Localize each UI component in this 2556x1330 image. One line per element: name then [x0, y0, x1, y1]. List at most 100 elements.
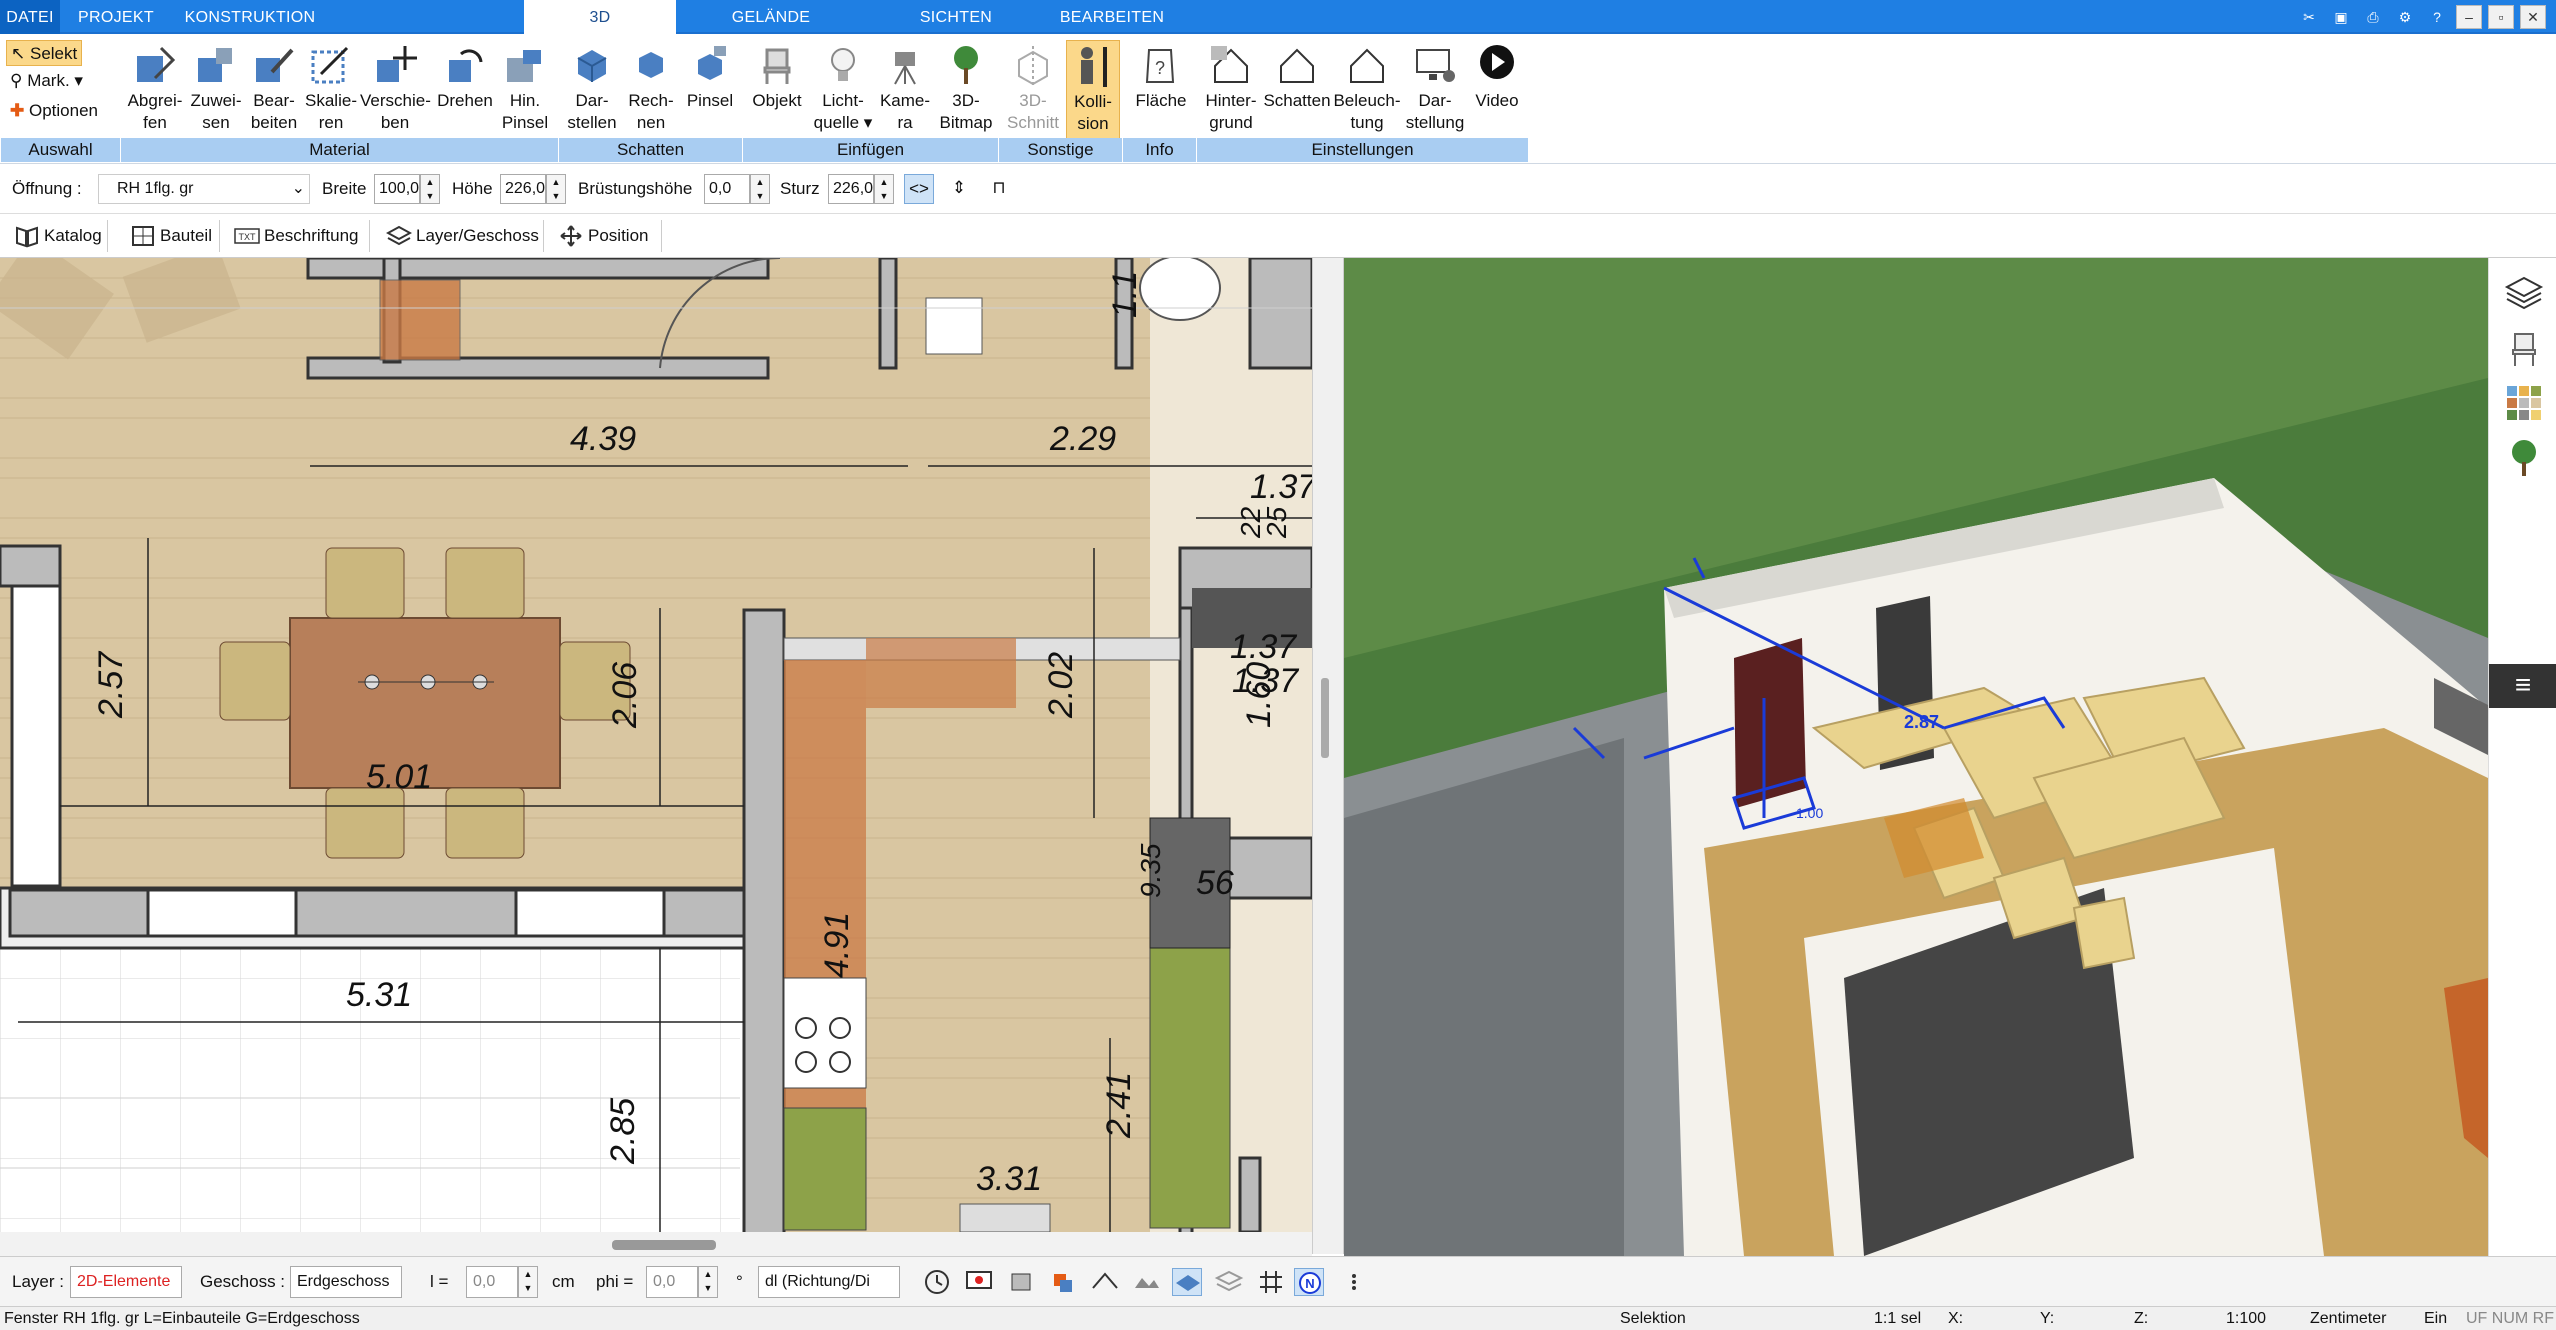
- group-einstellungen: Einstellungen: [1196, 138, 1528, 162]
- 3d-dim-label: 1.00: [1796, 805, 1823, 821]
- pinsel-button[interactable]: Pinsel: [680, 40, 740, 144]
- bauteil-tab[interactable]: Bauteil: [124, 220, 220, 252]
- objekt-button[interactable]: Objekt: [746, 40, 808, 144]
- grid-icon[interactable]: [1256, 1268, 1286, 1296]
- terrain-icon[interactable]: [1132, 1268, 1162, 1296]
- schatten-einst-button[interactable]: Schatten: [1262, 40, 1332, 144]
- flip-horizontal-icon[interactable]: <>: [904, 174, 934, 204]
- roof-icon[interactable]: [1090, 1268, 1120, 1296]
- phi-input[interactable]: 0,0: [646, 1266, 698, 1298]
- hin-pinsel-button[interactable]: Hin. Pinsel: [496, 40, 554, 144]
- phi-spinner[interactable]: ▲ ▼: [698, 1266, 718, 1298]
- tools-icon[interactable]: ✂: [2296, 5, 2322, 29]
- darstellen-button[interactable]: Dar-stellen: [560, 40, 624, 144]
- label-line1: Hinter-: [1205, 91, 1257, 110]
- more-options-icon[interactable]: [1344, 1268, 1364, 1296]
- settings-icon[interactable]: ⚙: [2392, 5, 2418, 29]
- plan-horizontal-scrollbar[interactable]: [0, 1232, 1312, 1256]
- verschieben-button[interactable]: Verschie-ben: [360, 40, 431, 144]
- mark-label: Mark.: [27, 71, 70, 90]
- flaeche-button[interactable]: ? Fläche: [1128, 40, 1194, 144]
- layers-icon[interactable]: [2503, 272, 2545, 314]
- layer-select[interactable]: 2D-Elemente: [70, 1266, 182, 1298]
- geschoss-select[interactable]: Erdgeschoss: [290, 1266, 402, 1298]
- close-button[interactable]: ✕: [2520, 5, 2546, 29]
- label-line1: Skalie-: [305, 91, 357, 110]
- sturz-input[interactable]: 226,0: [828, 174, 874, 204]
- oeffnung-label: Öffnung :: [12, 179, 82, 198]
- beschriftung-tab[interactable]: TXT Beschriftung: [228, 220, 370, 252]
- bearbeiten-button[interactable]: Bear-beiten: [244, 40, 304, 144]
- eyedropper-icon: [137, 46, 176, 82]
- l-spinner[interactable]: ▲ ▼: [518, 1266, 538, 1298]
- opening-view-icon[interactable]: ⊓: [984, 174, 1014, 204]
- kollision-button[interactable]: Kolli-sion: [1066, 40, 1120, 144]
- 3d-scene: 2.87 1.00: [1344, 258, 2488, 1256]
- tab-3d[interactable]: 3D: [524, 0, 676, 36]
- north-icon[interactable]: N: [1294, 1268, 1324, 1296]
- clock-icon[interactable]: [922, 1268, 952, 1296]
- beleuchtung-button[interactable]: Beleuch-tung: [1330, 40, 1404, 144]
- scrollbar-thumb[interactable]: [612, 1240, 716, 1250]
- flip-vertical-icon[interactable]: ⇕: [944, 174, 974, 204]
- drehen-button[interactable]: Drehen: [430, 40, 500, 144]
- layers-stack-icon[interactable]: [1214, 1268, 1244, 1296]
- video-button[interactable]: Video: [1466, 40, 1528, 144]
- floor-plan-2d[interactable]: 4.39 2.29 1.37 2.57 5.01 2.06 2.02 1.37 …: [0, 258, 1312, 1232]
- breite-input[interactable]: 100,0: [374, 174, 420, 204]
- breite-spinner[interactable]: ▲ ▼: [420, 174, 440, 204]
- group-sonstige: Sonstige: [998, 138, 1122, 162]
- lichtquelle-button[interactable]: Licht-quelle ▾: [810, 40, 876, 144]
- layers-color-icon[interactable]: [1048, 1268, 1078, 1296]
- label-line2: sion: [1077, 114, 1109, 133]
- oeffnung-select[interactable]: RH 1flg. gr ⌄: [98, 174, 310, 204]
- screen-icon[interactable]: [964, 1268, 994, 1296]
- hoehe-spinner[interactable]: ▲ ▼: [546, 174, 566, 204]
- katalog-tab[interactable]: Katalog: [8, 220, 108, 252]
- view-splitter[interactable]: [1312, 258, 1344, 1254]
- restore-button[interactable]: ▫: [2488, 5, 2514, 29]
- darstellung-button[interactable]: Dar-stellung: [1400, 40, 1470, 144]
- tree-icon[interactable]: [2503, 436, 2545, 478]
- help-icon[interactable]: ?: [2424, 5, 2450, 29]
- hoehe-input[interactable]: 226,0: [500, 174, 546, 204]
- l-input[interactable]: 0,0: [466, 1266, 518, 1298]
- kamera-button[interactable]: Kame-ra: [874, 40, 936, 144]
- layer-label: Layer :: [12, 1272, 64, 1291]
- splitter-handle[interactable]: [1321, 678, 1329, 758]
- status-mode: Selektion: [1620, 1310, 1686, 1327]
- sturz-spinner[interactable]: ▲ ▼: [874, 174, 894, 204]
- 3d-view[interactable]: 2.87 1.00: [1344, 258, 2488, 1256]
- rechnen-button[interactable]: Rech-nen: [622, 40, 680, 144]
- layer-geschoss-tab[interactable]: Layer/Geschoss: [380, 220, 544, 252]
- bruestung-input[interactable]: 0,0: [704, 174, 750, 204]
- chair-icon[interactable]: [2503, 328, 2545, 370]
- tab-datei[interactable]: DATEI: [0, 0, 60, 34]
- tab-gelaende[interactable]: GELÄNDE: [700, 0, 842, 34]
- floor-plane-icon[interactable]: [1172, 1268, 1202, 1296]
- material-palette-icon[interactable]: [2503, 382, 2545, 424]
- panel-menu-button[interactable]: ≡: [2489, 664, 2556, 708]
- selekt-button[interactable]: ↖ Selekt: [6, 40, 83, 66]
- objects-icon[interactable]: [1006, 1268, 1036, 1296]
- tab-projekt[interactable]: PROJEKT: [70, 0, 162, 34]
- print-icon[interactable]: ⎙: [2360, 5, 2386, 29]
- save-icon[interactable]: ▣: [2328, 5, 2354, 29]
- hintergrund-button[interactable]: Hinter-grund: [1198, 40, 1264, 144]
- optionen-button[interactable]: ✚ Optionen: [6, 98, 102, 124]
- minimize-button[interactable]: –: [2456, 5, 2482, 29]
- tab-bearbeiten[interactable]: BEARBEITEN: [1040, 0, 1184, 34]
- label-line2: beiten: [250, 113, 298, 132]
- 3d-bitmap-button[interactable]: 3D- Bitmap: [934, 40, 998, 144]
- zuweisen-button[interactable]: Zuwei-sen: [186, 40, 246, 144]
- hamburger-icon: ≡: [2514, 669, 2532, 700]
- bruestung-spinner[interactable]: ▲ ▼: [750, 174, 770, 204]
- position-tab[interactable]: Position: [552, 220, 662, 252]
- abgreifen-button[interactable]: Abgrei-fen: [120, 40, 190, 144]
- 3d-schnitt-button[interactable]: 3D- Schnitt: [1000, 40, 1066, 144]
- dl-select[interactable]: dl (Richtung/Di: [758, 1266, 900, 1298]
- tab-sichten[interactable]: SICHTEN: [896, 0, 1016, 34]
- tab-konstruktion[interactable]: KONSTRUKTION: [170, 0, 330, 34]
- mark-button[interactable]: ⚲ Mark. ▾: [6, 68, 87, 94]
- skalieren-button[interactable]: Skalie-ren: [300, 40, 362, 144]
